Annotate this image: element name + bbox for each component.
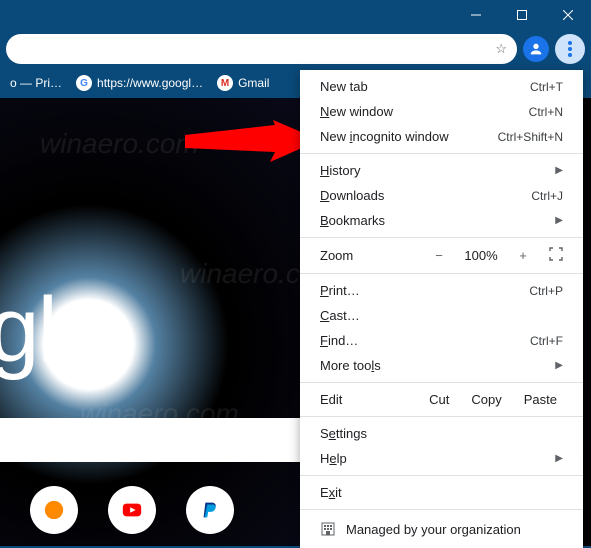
shortcut-item[interactable]	[186, 486, 234, 534]
menu-new-tab[interactable]: New tab Ctrl+T	[300, 74, 583, 99]
gmail-icon: M	[217, 75, 233, 91]
menu-shortcut: Ctrl+T	[530, 80, 563, 94]
paypal-icon	[199, 499, 221, 521]
menu-label: Find…	[320, 333, 522, 348]
menu-downloads[interactable]: Downloads Ctrl+J	[300, 183, 583, 208]
menu-shortcut: Ctrl+Shift+N	[498, 130, 563, 144]
menu-label: Bookmarks	[320, 213, 547, 228]
menu-label: More tools	[320, 358, 547, 373]
bookmark-item[interactable]: M Gmail	[217, 75, 269, 91]
menu-settings[interactable]: Settings	[300, 421, 583, 446]
managed-label: Managed by your organization	[346, 522, 521, 537]
bookmark-item[interactable]: o — Pri…	[10, 76, 62, 90]
menu-shortcut: Ctrl+N	[529, 105, 563, 119]
watermark: winaero.com	[40, 128, 199, 160]
menu-label: Help	[320, 451, 547, 466]
chrome-menu-button[interactable]	[555, 34, 585, 64]
omnibox[interactable]: ☆	[6, 34, 517, 64]
menu-separator	[300, 273, 583, 274]
menu-label: Cast…	[320, 308, 563, 323]
bookmark-label: o — Pri…	[10, 76, 62, 90]
menu-cast[interactable]: Cast…	[300, 303, 583, 328]
menu-separator	[300, 509, 583, 510]
menu-separator	[300, 382, 583, 383]
menu-separator	[300, 475, 583, 476]
google-icon: G	[76, 75, 92, 91]
bookmark-label: Gmail	[238, 76, 269, 90]
bookmark-star-icon[interactable]: ☆	[495, 41, 507, 57]
menu-new-window[interactable]: New window Ctrl+N	[300, 99, 583, 124]
chevron-right-icon: ▶	[555, 360, 563, 371]
menu-new-incognito-window[interactable]: New incognito window Ctrl+Shift+N	[300, 124, 583, 149]
menu-label: New tab	[320, 79, 522, 94]
close-button[interactable]	[545, 0, 591, 30]
menu-more-tools[interactable]: More tools ▶	[300, 353, 583, 378]
menu-zoom-row: Zoom − 100% +	[300, 242, 583, 269]
menu-shortcut: Ctrl+F	[530, 334, 563, 348]
google-logo: oogle	[0, 278, 105, 383]
bookmark-label: https://www.googl…	[97, 76, 203, 90]
copy-button[interactable]: Copy	[465, 392, 507, 407]
menu-exit[interactable]: Exit	[300, 480, 583, 505]
app-icon	[43, 499, 65, 521]
menu-shortcut: Ctrl+J	[531, 189, 563, 203]
shortcut-item[interactable]	[30, 486, 78, 534]
google-search-box[interactable]: RL	[0, 418, 330, 462]
menu-history[interactable]: History ▶	[300, 158, 583, 183]
zoom-value: 100%	[459, 248, 503, 263]
minimize-button[interactable]	[453, 0, 499, 30]
menu-find[interactable]: Find… Ctrl+F	[300, 328, 583, 353]
zoom-out-button[interactable]: −	[429, 248, 449, 263]
bookmark-item[interactable]: G https://www.googl…	[76, 75, 203, 91]
edit-label: Edit	[320, 392, 413, 407]
menu-label: Downloads	[320, 188, 523, 203]
zoom-label: Zoom	[320, 248, 419, 263]
maximize-button[interactable]	[499, 0, 545, 30]
paste-button[interactable]: Paste	[518, 392, 563, 407]
building-icon	[320, 521, 336, 537]
menu-managed-by-org[interactable]: Managed by your organization	[300, 514, 583, 544]
zoom-in-button[interactable]: +	[513, 248, 533, 263]
menu-bookmarks[interactable]: Bookmarks ▶	[300, 208, 583, 233]
menu-label: Exit	[320, 485, 563, 500]
chevron-right-icon: ▶	[555, 453, 563, 464]
profile-button[interactable]	[523, 36, 549, 62]
youtube-icon	[121, 499, 143, 521]
shortcut-item[interactable]	[108, 486, 156, 534]
cut-button[interactable]: Cut	[423, 392, 455, 407]
menu-separator	[300, 237, 583, 238]
menu-label: Settings	[320, 426, 563, 441]
shortcuts-row	[0, 486, 234, 534]
menu-print[interactable]: Print… Ctrl+P	[300, 278, 583, 303]
menu-label: History	[320, 163, 547, 178]
menu-edit-row: Edit Cut Copy Paste	[300, 387, 583, 412]
menu-label: New incognito window	[320, 129, 490, 144]
menu-label: Print…	[320, 283, 521, 298]
menu-label: New window	[320, 104, 521, 119]
menu-shortcut: Ctrl+P	[529, 284, 563, 298]
menu-help[interactable]: Help ▶	[300, 446, 583, 471]
fullscreen-icon[interactable]	[549, 247, 563, 264]
toolbar-row: ☆	[0, 30, 591, 68]
menu-separator	[300, 416, 583, 417]
window-titlebar	[0, 0, 591, 30]
chrome-menu: New tab Ctrl+T New window Ctrl+N New inc…	[300, 70, 583, 548]
chevron-right-icon: ▶	[555, 165, 563, 176]
chevron-right-icon: ▶	[555, 215, 563, 226]
menu-separator	[300, 153, 583, 154]
